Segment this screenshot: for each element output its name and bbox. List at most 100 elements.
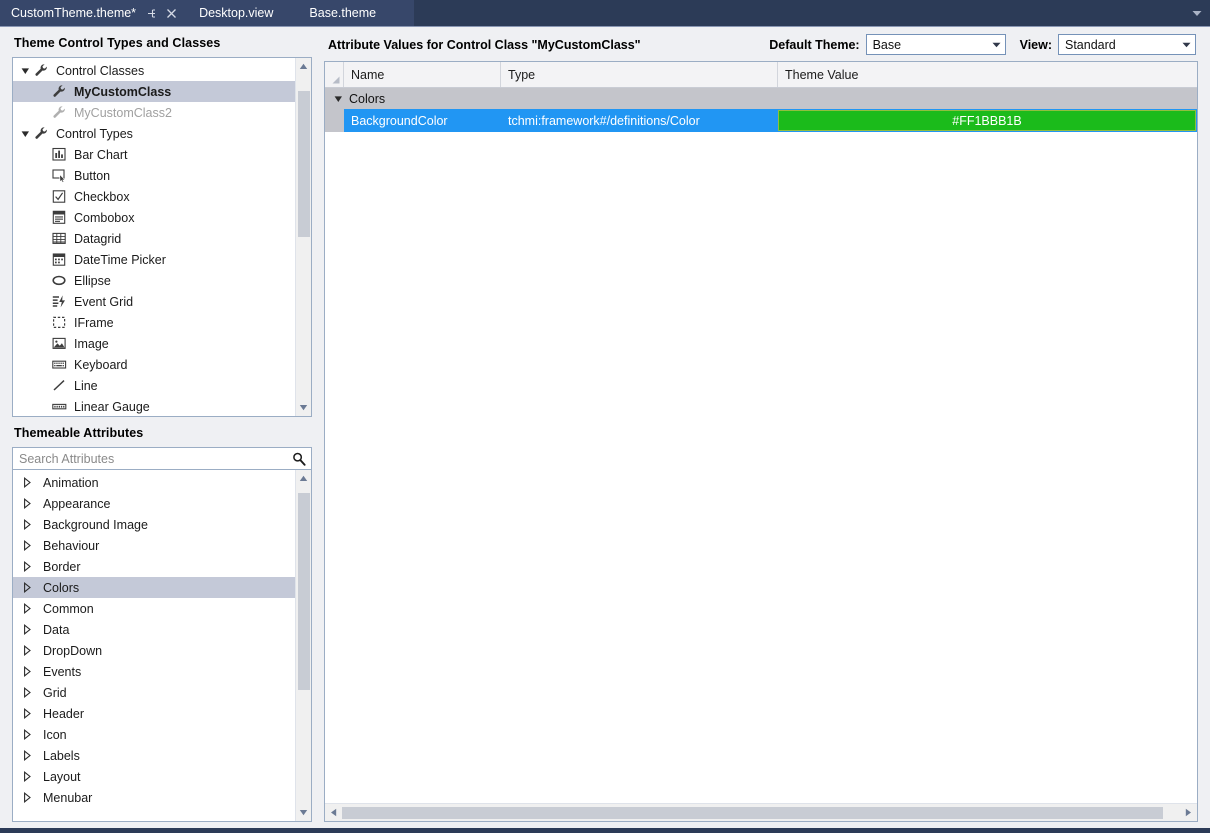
grid-corner-cell[interactable] <box>325 62 344 87</box>
right-panel-header: Attribute Values for Control Class "MyCu… <box>324 27 1198 61</box>
attribute-group-grid[interactable]: Grid <box>13 682 295 703</box>
expander-expanded-icon[interactable] <box>331 92 345 106</box>
attribute-group-dropdown[interactable]: DropDown <box>13 640 295 661</box>
expander-collapsed-icon[interactable] <box>20 644 34 658</box>
grid-group-row[interactable]: Colors <box>325 88 1197 109</box>
chevron-down-icon[interactable] <box>988 35 1005 54</box>
scroll-track[interactable] <box>296 75 312 399</box>
attribute-group-events[interactable]: Events <box>13 661 295 682</box>
grid-horizontal-scrollbar[interactable] <box>325 803 1197 821</box>
scroll-track[interactable] <box>342 804 1180 821</box>
grid-column-theme-value[interactable]: Theme Value <box>778 62 1197 87</box>
attribute-group-data[interactable]: Data <box>13 619 295 640</box>
scroll-up-icon[interactable] <box>296 58 312 75</box>
tab-base-theme[interactable]: Base.theme <box>283 0 415 26</box>
expander-collapsed-icon[interactable] <box>20 560 34 574</box>
scroll-down-icon[interactable] <box>296 804 312 821</box>
scroll-right-icon[interactable] <box>1180 804 1197 821</box>
chevron-down-icon[interactable] <box>1184 0 1210 26</box>
tab-customtheme[interactable]: CustomTheme.theme* <box>0 0 189 26</box>
right-panel: Attribute Values for Control Class "MyCu… <box>320 27 1210 828</box>
scroll-track[interactable] <box>296 487 312 804</box>
tree-item-combobox[interactable]: Combobox <box>13 207 295 228</box>
attribute-group-layout[interactable]: Layout <box>13 766 295 787</box>
tree-item-ellipse[interactable]: Ellipse <box>13 270 295 291</box>
expander-placeholder <box>36 316 50 330</box>
expander-collapsed-icon[interactable] <box>20 539 34 553</box>
tree-item-control-types[interactable]: Control Types <box>13 123 295 144</box>
scroll-left-icon[interactable] <box>325 804 342 821</box>
grid-column-type[interactable]: Type <box>501 62 778 87</box>
expander-collapsed-icon[interactable] <box>20 686 34 700</box>
attribute-group-animation[interactable]: Animation <box>13 472 295 493</box>
color-swatch[interactable]: #FF1BBB1B <box>778 110 1196 131</box>
scroll-up-icon[interactable] <box>296 470 312 487</box>
search-attributes-bar[interactable] <box>12 447 312 469</box>
expander-collapsed-icon[interactable] <box>20 497 34 511</box>
datetime-picker-icon <box>51 252 68 268</box>
iframe-icon <box>51 315 68 331</box>
tree-item-keyboard[interactable]: Keyboard <box>13 354 295 375</box>
attribute-group-behaviour[interactable]: Behaviour <box>13 535 295 556</box>
control-tree-scrollbar[interactable] <box>295 58 311 416</box>
view-select[interactable]: Standard <box>1058 34 1196 55</box>
tree-item-linear-gauge[interactable]: Linear Gauge <box>13 396 295 416</box>
expander-collapsed-icon[interactable] <box>20 476 34 490</box>
attributes-list[interactable]: Animation Appearance Background Image Behav… <box>12 469 312 822</box>
tab-label: CustomTheme.theme* <box>11 6 137 20</box>
grid-cell-name[interactable]: BackgroundColor <box>344 109 501 132</box>
grid-column-name[interactable]: Name <box>344 62 501 87</box>
grid-cell-theme-value[interactable]: #FF1BBB1B <box>778 109 1197 132</box>
chevron-down-icon[interactable] <box>1178 35 1195 54</box>
tab-desktop-view[interactable]: Desktop.view <box>188 0 284 26</box>
attribute-group-icon[interactable]: Icon <box>13 724 295 745</box>
attribute-group-appearance[interactable]: Appearance <box>13 493 295 514</box>
tree-item-button[interactable]: Button <box>13 165 295 186</box>
attributes-list-scrollbar[interactable] <box>295 470 311 821</box>
default-theme-select[interactable]: Base <box>865 34 1006 55</box>
scroll-thumb[interactable] <box>342 806 1164 819</box>
grid-data-row[interactable]: BackgroundColor tchmi:framework#/definiti… <box>325 109 1197 132</box>
attribute-group-menubar[interactable]: Menubar <box>13 787 295 808</box>
control-tree[interactable]: Control Classes MyCustomClass MyCustomClas… <box>12 57 312 417</box>
attribute-group-border[interactable]: Border <box>13 556 295 577</box>
pin-icon[interactable] <box>145 7 158 20</box>
tree-item-mycustomclass[interactable]: MyCustomClass <box>13 81 295 102</box>
expander-collapsed-icon[interactable] <box>20 770 34 784</box>
tree-item-checkbox[interactable]: Checkbox <box>13 186 295 207</box>
scroll-thumb[interactable] <box>297 91 310 237</box>
tree-item-datetime-picker[interactable]: DateTime Picker <box>13 249 295 270</box>
scroll-down-icon[interactable] <box>296 399 312 416</box>
expander-collapsed-icon[interactable] <box>20 749 34 763</box>
tree-item-iframe[interactable]: IFrame <box>13 312 295 333</box>
attribute-group-colors[interactable]: Colors <box>13 577 295 598</box>
grid-cell-type[interactable]: tchmi:framework#/definitions/Color <box>501 109 778 132</box>
scroll-thumb[interactable] <box>297 493 310 690</box>
tree-item-mycustomclass2[interactable]: MyCustomClass2 <box>13 102 295 123</box>
expander-expanded-icon[interactable] <box>18 64 32 78</box>
attribute-group-header[interactable]: Header <box>13 703 295 724</box>
search-icon[interactable] <box>291 451 307 467</box>
tree-item-event-grid[interactable]: Event Grid <box>13 291 295 312</box>
attribute-group-common[interactable]: Common <box>13 598 295 619</box>
close-icon[interactable] <box>165 7 178 20</box>
tree-item-control-classes[interactable]: Control Classes <box>13 60 295 81</box>
expander-collapsed-icon[interactable] <box>20 665 34 679</box>
attribute-group-labels[interactable]: Labels <box>13 745 295 766</box>
tree-item-label: IFrame <box>74 315 114 330</box>
tree-item-bar-chart[interactable]: Bar Chart <box>13 144 295 165</box>
expander-collapsed-icon[interactable] <box>20 707 34 721</box>
expander-collapsed-icon[interactable] <box>20 581 34 595</box>
attribute-group-background-image[interactable]: Background Image <box>13 514 295 535</box>
expander-collapsed-icon[interactable] <box>20 728 34 742</box>
expander-collapsed-icon[interactable] <box>20 791 34 805</box>
expander-collapsed-icon[interactable] <box>20 518 34 532</box>
tree-item-datagrid[interactable]: Datagrid <box>13 228 295 249</box>
search-input[interactable] <box>19 451 291 466</box>
tree-item-image[interactable]: Image <box>13 333 295 354</box>
expander-collapsed-icon[interactable] <box>20 623 34 637</box>
tree-item-line[interactable]: Line <box>13 375 295 396</box>
expander-collapsed-icon[interactable] <box>20 602 34 616</box>
expander-expanded-icon[interactable] <box>18 127 32 141</box>
keyboard-icon <box>51 357 68 373</box>
